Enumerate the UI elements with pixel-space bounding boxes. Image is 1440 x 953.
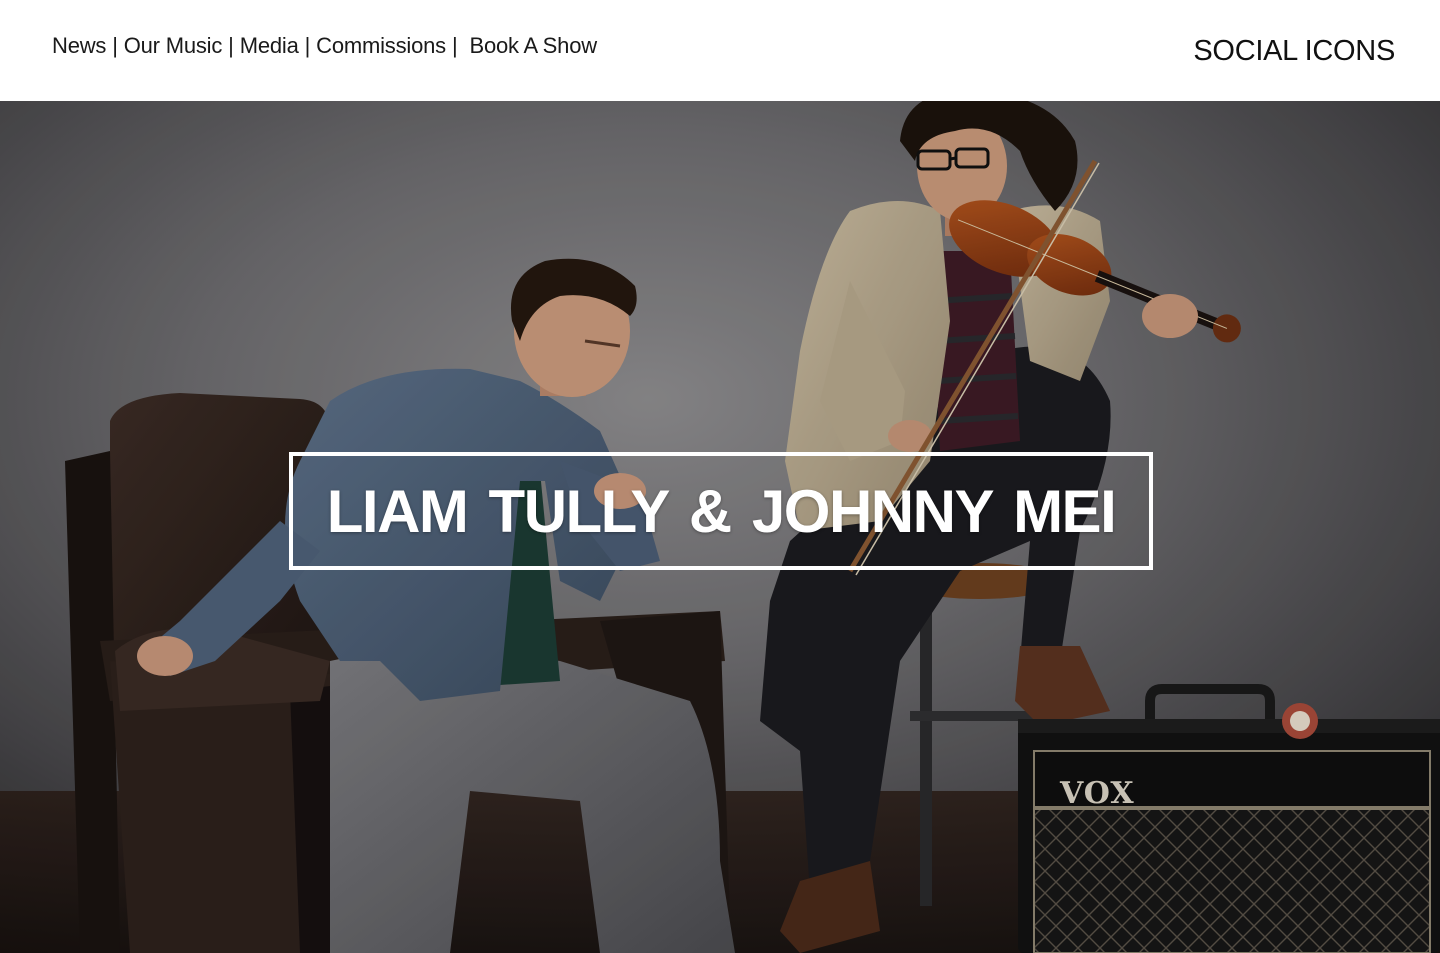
site-header: News | Our Music | Media | Commissions |… — [0, 0, 1440, 101]
nav-link-our-music[interactable]: Our Music — [124, 33, 223, 59]
nav-separator: | — [304, 33, 311, 58]
nav-link-media[interactable]: Media — [240, 33, 299, 59]
hero-title-box: LIAM TULLY & JOHNNY MEI — [289, 452, 1153, 570]
main-nav: News | Our Music | Media | Commissions |… — [52, 33, 597, 59]
nav-separator: | — [451, 33, 458, 58]
nav-link-book-a-show[interactable]: Book A Show — [469, 33, 597, 59]
hero-banner: VOX LIAM TULLY & JOHNNY MEI — [0, 101, 1440, 953]
hero-title: LIAM TULLY & JOHNNY MEI — [326, 477, 1117, 545]
nav-link-commissions[interactable]: Commissions — [316, 33, 446, 59]
nav-link-news[interactable]: News — [52, 33, 106, 59]
nav-separator: | — [112, 33, 118, 58]
nav-separator: | — [228, 33, 234, 58]
social-icons-placeholder[interactable]: SOCIAL ICONS — [1193, 35, 1395, 68]
